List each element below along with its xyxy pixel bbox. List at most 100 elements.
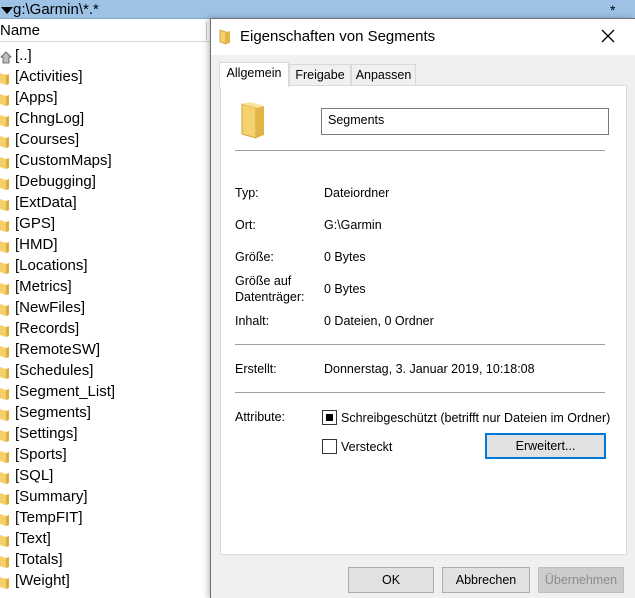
list-item-label: [ExtData] — [15, 194, 77, 211]
dropdown-triangle-icon[interactable] — [1, 7, 13, 14]
tab-allgemein[interactable]: Allgemein — [219, 62, 289, 87]
folder-icon — [0, 112, 9, 127]
groesse-value: 0 Bytes — [324, 250, 366, 264]
advanced-button[interactable]: Erweitert... — [485, 433, 606, 459]
folder-icon — [0, 553, 9, 568]
list-item-label: [Settings] — [15, 425, 78, 442]
close-button[interactable] — [593, 22, 623, 52]
groesse-datentraeger-label-line1: Größe auf — [235, 274, 292, 288]
list-item[interactable]: [CustomMaps] — [0, 150, 210, 171]
list-item[interactable]: [Text] — [0, 528, 210, 549]
hidden-label[interactable]: Versteckt — [341, 439, 392, 455]
folder-icon — [0, 406, 9, 421]
list-item[interactable]: [Segments] — [0, 402, 210, 423]
folder-icon — [0, 133, 9, 148]
folder-icon — [219, 29, 231, 50]
list-item[interactable]: [Debugging] — [0, 171, 210, 192]
folder-icon — [0, 532, 9, 547]
folder-icon — [0, 511, 9, 526]
close-icon — [601, 29, 615, 43]
list-item-label: [Apps] — [15, 89, 58, 106]
list-item[interactable]: [Activities] — [0, 66, 210, 87]
list-item[interactable]: [Totals] — [0, 549, 210, 570]
readonly-label[interactable]: Schreibgeschützt (betrifft nur Dateien i… — [341, 410, 610, 426]
list-item[interactable]: [Apps] — [0, 87, 210, 108]
folder-icon — [0, 301, 9, 316]
dialog-titlebar[interactable]: Eigenschaften von Segments — [211, 19, 635, 55]
groesse-datentraeger-value: 0 Bytes — [324, 282, 366, 296]
folder-name-field[interactable]: Segments — [321, 108, 609, 135]
list-item[interactable]: [NewFiles] — [0, 297, 210, 318]
folder-icon — [0, 70, 9, 85]
folder-icon — [0, 469, 9, 484]
list-item-label: [CustomMaps] — [15, 152, 112, 169]
typ-value: Dateiordner — [324, 186, 390, 200]
dialog-title: Eigenschaften von Segments — [240, 28, 436, 45]
list-item-label: [RemoteSW] — [15, 341, 101, 358]
list-item-label: [Text] — [15, 530, 51, 547]
path-text: g:\Garmin\*.* — [13, 1, 99, 18]
column-separator[interactable] — [206, 22, 207, 40]
list-item[interactable]: [Metrics] — [0, 276, 210, 297]
list-item-label: [..] — [15, 47, 32, 64]
erstellt-label: Erstellt: — [235, 362, 277, 376]
list-item[interactable]: [Summary] — [0, 486, 210, 507]
list-item-label: [Debugging] — [15, 173, 96, 190]
list-item-label: [Records] — [15, 320, 80, 337]
large-folder-icon — [240, 102, 266, 145]
cancel-button[interactable]: Abbrechen — [442, 567, 530, 593]
list-item-label: [Schedules] — [15, 362, 94, 379]
list-item[interactable]: [Records] — [0, 318, 210, 339]
list-item[interactable]: [Courses] — [0, 129, 210, 150]
readonly-checkbox[interactable] — [322, 410, 337, 425]
list-item-label: [Weight] — [15, 572, 70, 589]
path-bar[interactable]: g:\Garmin\*.* * — [0, 0, 635, 19]
column-header-name[interactable]: Name — [0, 20, 40, 42]
list-item[interactable]: [GPS] — [0, 213, 210, 234]
list-item[interactable]: [Locations] — [0, 255, 210, 276]
folder-icon — [0, 217, 9, 232]
list-item-label: [HMD] — [15, 236, 58, 253]
divider — [235, 150, 605, 151]
list-item[interactable]: [SQL] — [0, 465, 210, 486]
ort-label: Ort: — [235, 218, 256, 232]
typ-label: Typ: — [235, 186, 259, 200]
folder-icon — [0, 238, 9, 253]
list-item[interactable]: [..] — [0, 45, 210, 66]
file-list: [..] [Activities] [Apps] [ChngLog] [Courses]… — [0, 45, 210, 591]
list-item[interactable]: [Schedules] — [0, 360, 210, 381]
list-item[interactable]: [Segment_List] — [0, 381, 210, 402]
list-item[interactable]: [Settings] — [0, 423, 210, 444]
divider — [235, 344, 605, 345]
folder-icon — [0, 259, 9, 274]
folder-icon — [0, 322, 9, 337]
list-item-label: [Courses] — [15, 131, 80, 148]
folder-icon — [0, 490, 9, 505]
list-item[interactable]: [ChngLog] — [0, 108, 210, 129]
list-item-label: [Activities] — [15, 68, 83, 85]
apply-button[interactable]: Übernehmen — [538, 567, 624, 593]
folder-icon — [0, 280, 9, 295]
tab-anpassen[interactable]: Anpassen — [351, 64, 416, 85]
tab-panel-general: Segments Typ: Dateiordner Ort: G:\Garmin… — [220, 85, 627, 555]
list-item[interactable]: [HMD] — [0, 234, 210, 255]
list-item-label: [TempFIT] — [15, 509, 83, 526]
inhalt-label: Inhalt: — [235, 314, 270, 328]
tab-freigabe[interactable]: Freigabe — [289, 64, 351, 85]
list-item-label: [SQL] — [15, 467, 54, 484]
folder-icon — [0, 154, 9, 169]
list-item[interactable]: [Weight] — [0, 570, 210, 591]
hidden-checkbox[interactable] — [322, 439, 337, 454]
list-item[interactable]: [RemoteSW] — [0, 339, 210, 360]
divider — [235, 392, 605, 393]
folder-icon — [0, 385, 9, 400]
erstellt-value: Donnerstag, 3. Januar 2019, 10:18:08 — [324, 362, 535, 376]
list-item-label: [Sports] — [15, 446, 67, 463]
list-item[interactable]: [ExtData] — [0, 192, 210, 213]
parent-folder-icon — [0, 49, 12, 64]
groesse-datentraeger-label-line2: Datenträger: — [235, 290, 305, 304]
list-item[interactable]: [TempFIT] — [0, 507, 210, 528]
ok-button[interactable]: OK — [348, 567, 434, 593]
list-item[interactable]: [Sports] — [0, 444, 210, 465]
attribute-label: Attribute: — [235, 410, 286, 424]
